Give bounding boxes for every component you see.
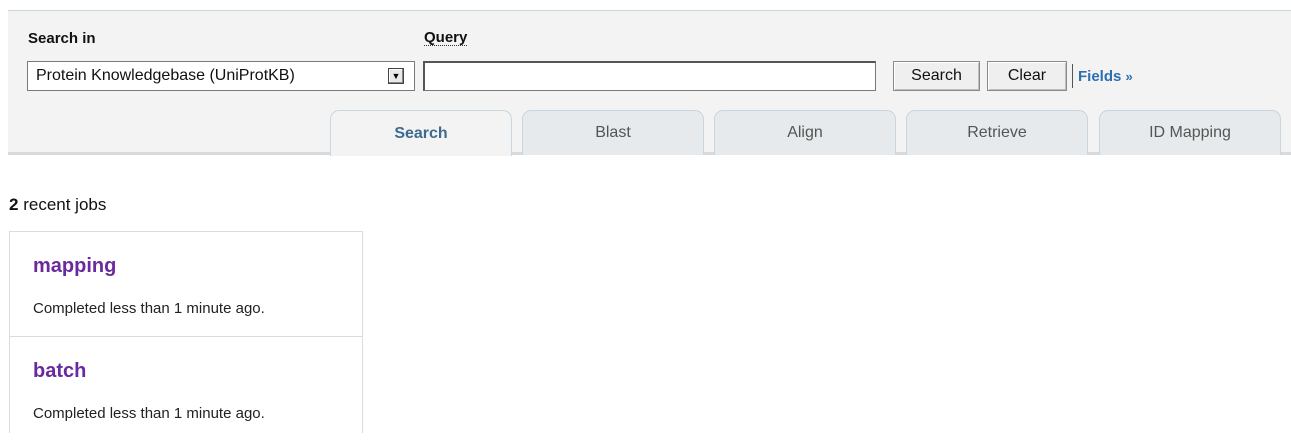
job-link-mapping[interactable]: mapping bbox=[33, 255, 116, 278]
tab-blast[interactable]: Blast bbox=[522, 110, 704, 155]
dropdown-arrow-icon[interactable]: ▼ bbox=[388, 68, 404, 84]
tab-id-mapping[interactable]: ID Mapping bbox=[1099, 110, 1281, 155]
query-label: Query bbox=[424, 29, 468, 46]
job-link-batch[interactable]: batch bbox=[33, 360, 86, 383]
tab-search[interactable]: Search bbox=[330, 110, 512, 156]
recent-jobs-label: recent jobs bbox=[23, 195, 107, 214]
tab-align[interactable]: Align bbox=[714, 110, 896, 155]
query-input[interactable] bbox=[423, 61, 876, 91]
list-item: batch Completed less than 1 minute ago. bbox=[10, 337, 362, 442]
search-button[interactable]: Search bbox=[893, 61, 980, 91]
job-status: Completed less than 1 minute ago. bbox=[33, 300, 265, 317]
fields-link-suffix: » bbox=[1125, 69, 1133, 84]
recent-jobs-count: 2 bbox=[9, 195, 19, 214]
list-item: mapping Completed less than 1 minute ago… bbox=[10, 232, 362, 337]
clear-button[interactable]: Clear bbox=[987, 61, 1067, 91]
fields-link-label: Fields bbox=[1078, 68, 1122, 85]
separator bbox=[1072, 64, 1073, 88]
recent-jobs-list: mapping Completed less than 1 minute ago… bbox=[9, 231, 363, 433]
database-select[interactable]: Protein Knowledgebase (UniProtKB) ▼ bbox=[27, 61, 415, 91]
tab-retrieve[interactable]: Retrieve bbox=[906, 110, 1088, 155]
fields-link[interactable]: Fields » bbox=[1078, 68, 1133, 85]
recent-jobs-heading: 2 recent jobs bbox=[9, 195, 106, 215]
job-status: Completed less than 1 minute ago. bbox=[33, 405, 265, 422]
database-select-value: Protein Knowledgebase (UniProtKB) bbox=[36, 67, 295, 84]
search-in-label: Search in bbox=[28, 30, 96, 47]
